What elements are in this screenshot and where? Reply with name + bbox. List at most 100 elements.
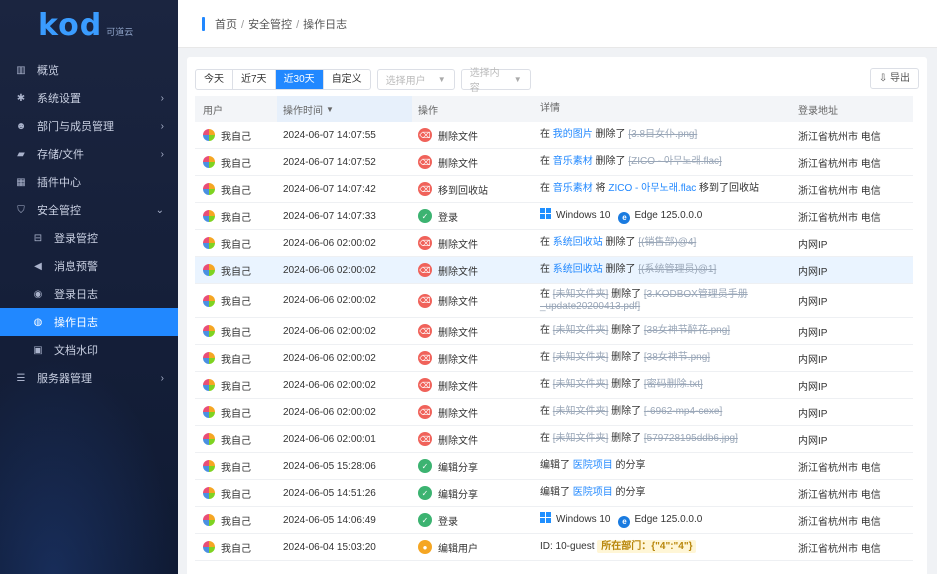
edit-user-icon: ● xyxy=(418,540,432,554)
cell-location: 内网IP xyxy=(798,239,828,251)
cell-location: 浙江省杭州市 电信 xyxy=(798,185,881,197)
detail-text: 删除了 xyxy=(602,264,639,275)
user-name: 我自己 xyxy=(221,408,251,420)
delete-icon: ⌫ xyxy=(418,236,432,250)
table-row[interactable]: 我自己 2024-06-06 02:00:02 ⌫ 删除文件 在 系统回收站 删除了 [… xyxy=(195,230,913,257)
detail-link[interactable]: 系统回收站 xyxy=(553,264,603,275)
detail-text: 的分享 xyxy=(612,487,646,498)
table-row[interactable]: 我自己 2024-06-06 02:00:01 ⌫ 删除文件 在 [未知文件夹] 删除了… xyxy=(195,426,913,453)
avatar xyxy=(203,210,215,222)
detail-text: 删除了 xyxy=(608,406,644,417)
logo[interactable]: kod 可道云 xyxy=(0,0,178,50)
cell-operation: ⌫ 删除文件 xyxy=(412,351,534,366)
cell-time: 2024-06-07 14:07:55 xyxy=(283,129,376,141)
detail-link[interactable]: 医院项目 xyxy=(573,487,613,498)
detail-link[interactable]: 我的图片 xyxy=(553,129,593,140)
filter-toolbar: 今天 近7天 近30天 自定义 选择用户 ▼ 选择内容 ▼ ⇩ 导出 xyxy=(195,68,919,94)
table-row[interactable]: 我自己 2024-06-06 02:00:02 ⌫ 删除文件 在 [未知文件夹] 删除了… xyxy=(195,318,913,345)
export-button[interactable]: ⇩ 导出 xyxy=(869,68,919,89)
detail-link[interactable]: 系统回收站 xyxy=(553,237,603,248)
detail-text: 删除了 xyxy=(592,129,629,140)
table-row[interactable]: 我自己 2024-06-07 14:07:52 ⌫ 删除文件 在 音乐素材 删除了 [Z… xyxy=(195,149,913,176)
cell-detail: 在 [未知文件夹] 删除了 [579728195ddb6.jpg] xyxy=(534,433,792,445)
sidebar-item-sub-3[interactable]: ◍ 操作日志 xyxy=(0,308,178,336)
detail-text: 删除了 xyxy=(608,325,644,336)
table-row[interactable]: 我自己 2024-06-04 15:03:20 ● 编辑用户 ID: 10-guest … xyxy=(195,534,913,561)
operation-label: 编辑用户 xyxy=(438,543,478,555)
cell-time: 2024-06-05 14:51:26 xyxy=(283,487,376,499)
users-icon: ☻ xyxy=(15,120,27,132)
header-time[interactable]: 操作时间 ▼ xyxy=(277,96,412,122)
breadcrumb-section[interactable]: 安全管控 xyxy=(248,19,292,31)
cell-operation: ⌫ 删除文件 xyxy=(412,293,534,308)
operation-label: 编辑分享 xyxy=(438,489,478,501)
range-custom[interactable]: 自定义 xyxy=(324,70,370,89)
table-header: 用户 操作时间 ▼ 操作 详情 登录地址 xyxy=(195,96,913,122)
header-location[interactable]: 登录地址 xyxy=(792,102,913,117)
sidebar-item-label: 插件中心 xyxy=(37,177,81,189)
export-icon: ⇩ xyxy=(878,73,888,84)
detail-text: 在 xyxy=(540,379,553,390)
sidebar-item-sub-4[interactable]: ▣ 文档水印 xyxy=(0,336,178,364)
table-row[interactable]: 我自己 2024-06-06 02:00:02 ⌫ 删除文件 在 [未知文件夹] 删除了… xyxy=(195,284,913,318)
table-row[interactable]: 我自己 2024-06-07 14:07:33 ✓ 登录 Windows 10 e Edge… xyxy=(195,203,913,230)
user-name: 我自己 xyxy=(221,185,251,197)
chevron-icon: › xyxy=(160,372,164,384)
sidebar-item-server[interactable]: ☰ 服务器管理 › xyxy=(0,364,178,392)
content-select[interactable]: 选择内容 ▼ xyxy=(460,68,531,94)
cell-location: 内网IP xyxy=(798,297,828,308)
table-row[interactable]: 我自己 2024-06-05 15:28:06 ✓ 编辑分享 编辑了 医院项目 的分享浙… xyxy=(195,453,913,480)
detail-text: 编辑了 xyxy=(540,487,573,498)
table-row[interactable]: 我自己 2024-06-05 14:51:26 ✓ 编辑分享 编辑了 医院项目 的分享浙… xyxy=(195,480,913,507)
sidebar-item-main-4[interactable]: ▦ 插件中心 xyxy=(0,168,178,196)
detail-text: 在 xyxy=(540,156,553,167)
logo-mark: kod xyxy=(38,7,103,43)
date-range-segment: 今天 近7天 近30天 自定义 xyxy=(195,68,371,90)
table-row[interactable]: 我自己 2024-06-06 02:00:02 ⌫ 删除文件 在 [未知文件夹] 删除了… xyxy=(195,399,913,426)
user-name: 我自己 xyxy=(221,543,251,555)
header-operation[interactable]: 操作 xyxy=(412,102,534,117)
detail-link[interactable]: 医院项目 xyxy=(573,460,613,471)
detail-link[interactable]: 音乐素材 xyxy=(553,156,593,167)
chevron-icon: › xyxy=(160,148,164,160)
detail-link[interactable]: 音乐素材 xyxy=(553,183,593,194)
sidebar-item-sub-2[interactable]: ◉ 登录日志 xyxy=(0,280,178,308)
cell-user: 我自己 xyxy=(195,324,277,339)
sidebar-item-label: 消息预警 xyxy=(54,261,98,273)
sidebar-item-main-0[interactable]: ▥ 概览 xyxy=(0,56,178,84)
delete-icon: ⌫ xyxy=(418,378,432,392)
cell-operation: ⌫ 移到回收站 xyxy=(412,182,534,197)
range-7days[interactable]: 近7天 xyxy=(233,69,276,89)
sidebar-item-sub-0[interactable]: ⊟ 登录管控 xyxy=(0,224,178,252)
table-row[interactable]: 我自己 2024-06-07 14:07:42 ⌫ 移到回收站 在 音乐素材 将 ZIC… xyxy=(195,176,913,203)
detail-text: 删除了 xyxy=(608,352,644,363)
user-name: 我自己 xyxy=(221,327,251,339)
cell-user: 我自己 xyxy=(195,182,277,197)
user-select[interactable]: 选择用户 ▼ xyxy=(376,68,455,90)
cell-operation: ⌫ 删除文件 xyxy=(412,324,534,339)
detail-text: ID: 10-guest xyxy=(540,541,598,552)
detail-link[interactable]: ZICO - 아무노래.flac xyxy=(608,183,696,194)
header-detail[interactable]: 详情 xyxy=(534,103,792,115)
table-row[interactable]: 我自己 2024-06-06 02:00:02 ⌫ 删除文件 在 系统回收站 删除了 [… xyxy=(195,257,913,284)
table-row[interactable]: 我自己 2024-06-06 02:00:02 ⌫ 删除文件 在 [未知文件夹] 删除了… xyxy=(195,372,913,399)
header-user[interactable]: 用户 xyxy=(195,102,277,117)
range-today[interactable]: 今天 xyxy=(196,69,233,89)
cell-user: 我自己 xyxy=(195,293,277,308)
operation-label: 删除文件 xyxy=(438,435,478,447)
cell-location: 内网IP xyxy=(798,327,828,339)
table-row[interactable]: 我自己 2024-06-06 02:00:02 ⌫ 删除文件 在 [未知文件夹] 删除了… xyxy=(195,345,913,372)
table-row[interactable]: 我自己 2024-06-07 14:07:55 ⌫ 删除文件 在 我的图片 删除了 [3… xyxy=(195,122,913,149)
sidebar-item-main-1[interactable]: ✱ 系统设置 › xyxy=(0,84,178,112)
table-row[interactable]: 我自己 2024-06-05 14:06:49 ✓ 登录 Windows 10 e Edge… xyxy=(195,507,913,534)
cell-user: 我自己 xyxy=(195,236,277,251)
sidebar-item-sub-1[interactable]: ◀ 消息预警 xyxy=(0,252,178,280)
sidebar-item-main-2[interactable]: ☻ 部门与成员管理 › xyxy=(0,112,178,140)
range-30days[interactable]: 近30天 xyxy=(275,69,324,89)
breadcrumb-home[interactable]: 首页 xyxy=(215,19,237,31)
detail-text: 在 xyxy=(540,406,553,417)
avatar xyxy=(203,487,215,499)
sidebar-item-main-5[interactable]: ⛉ 安全管控 ⌄ xyxy=(0,196,178,224)
cell-location: 内网IP xyxy=(798,354,828,366)
sidebar-item-main-3[interactable]: ▰ 存储/文件 › xyxy=(0,140,178,168)
